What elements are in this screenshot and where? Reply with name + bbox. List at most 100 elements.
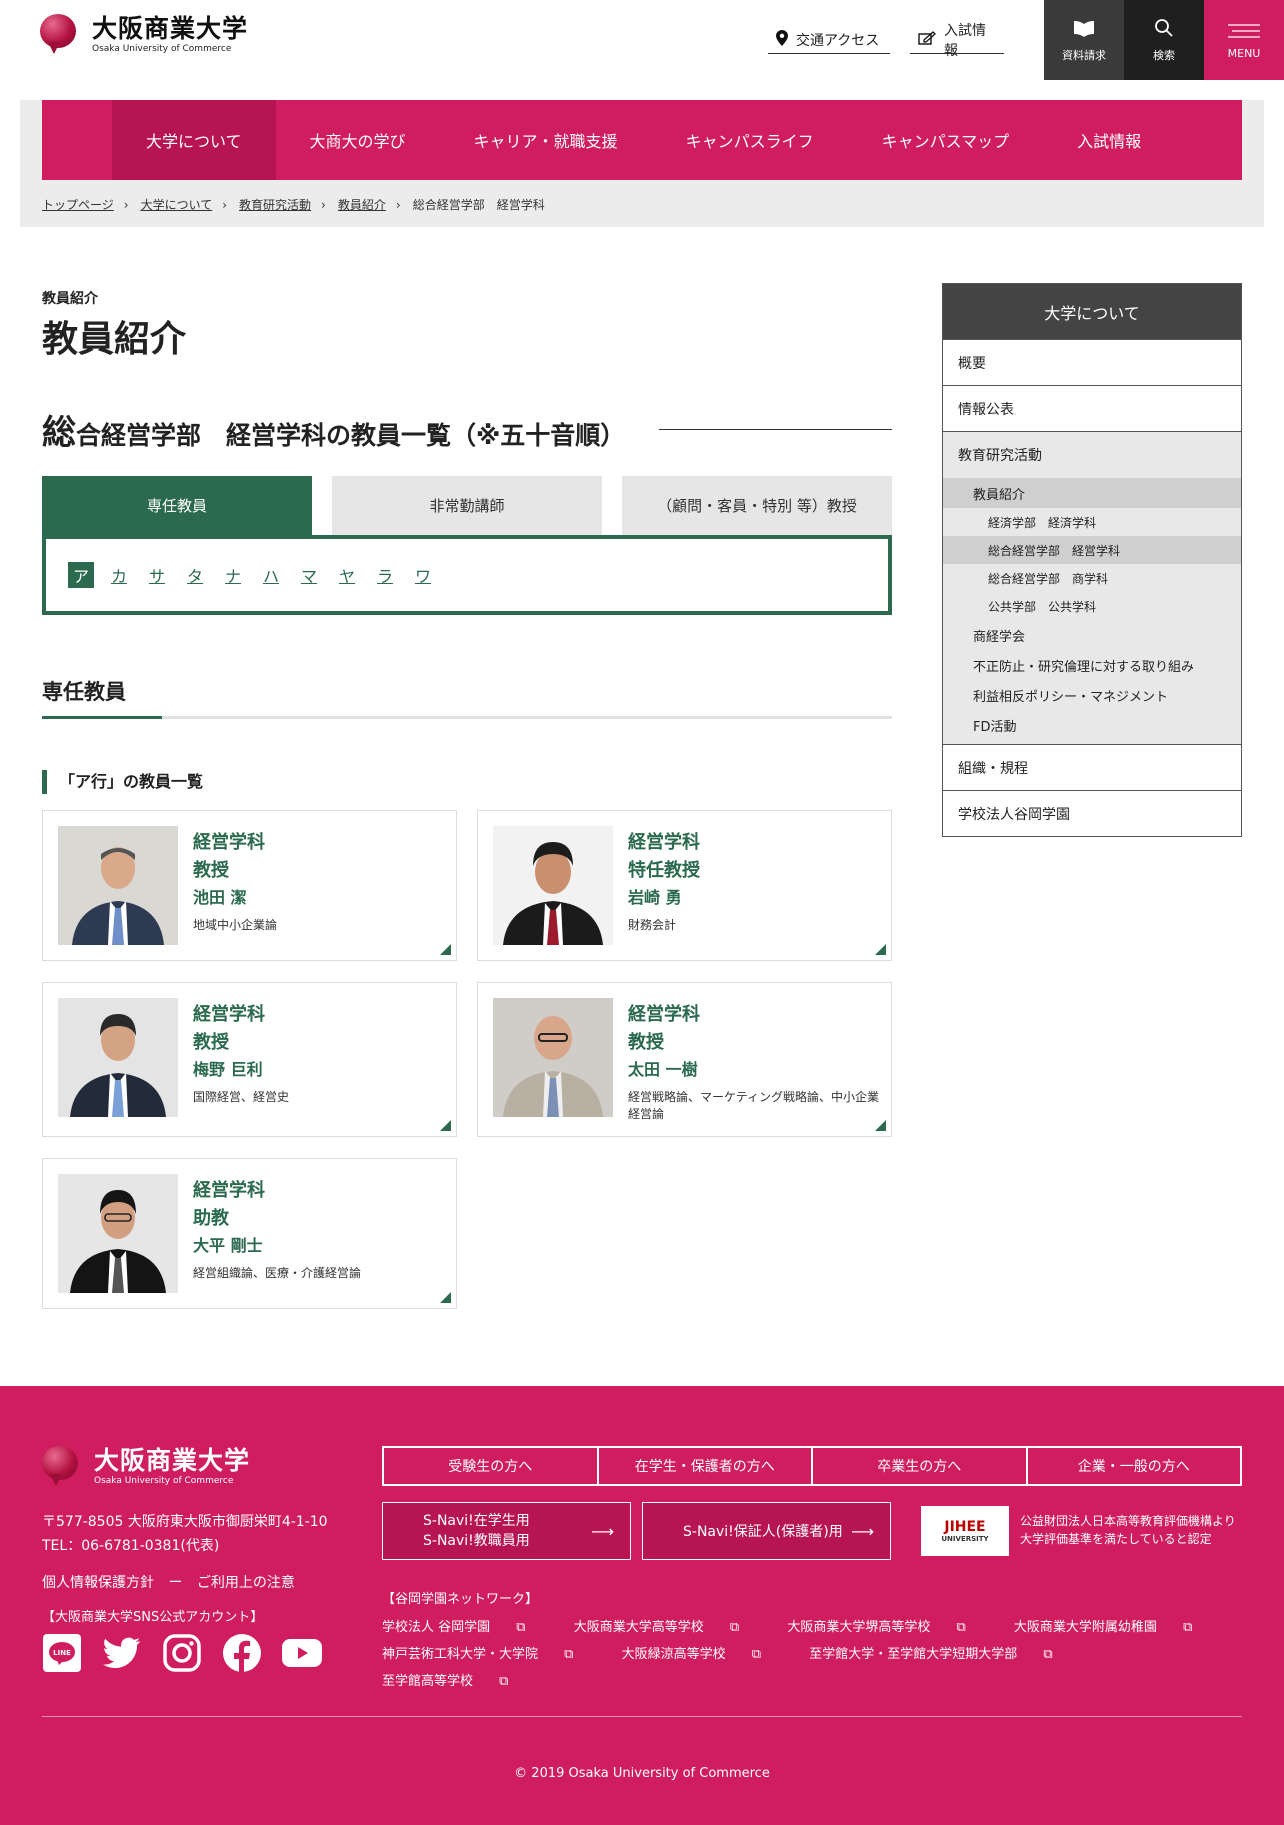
faculty-dept: 経営学科 <box>193 1004 265 1025</box>
corner-arrow-icon <box>440 1120 451 1131</box>
snavi-guardian-button[interactable]: S-Navi!保証人(保護者)用 ⟶ <box>642 1502 891 1560</box>
facebook-icon[interactable] <box>222 1633 262 1673</box>
footer-address: 〒577-8505 大阪府東大阪市御厨栄町4-1-10 TEL：06-6781-… <box>42 1510 328 1558</box>
network-link[interactable]: 至学館高等学校 ⧉ <box>382 1674 530 1689</box>
terms-link[interactable]: ご利用上の注意 <box>197 1575 295 1591</box>
breadcrumb-research[interactable]: 教育研究活動 <box>239 196 311 213</box>
network-link[interactable]: 神戸芸術工科大学・大学院 ⧉ <box>382 1647 595 1662</box>
kana-ka[interactable]: カ <box>106 562 132 588</box>
network-link-label: 大阪商業大学堺高等学校 <box>787 1620 931 1635</box>
kana-ma[interactable]: マ <box>296 562 322 588</box>
nav-item-career[interactable]: キャリア・就職支援 <box>440 100 652 180</box>
breadcrumb-about[interactable]: 大学について <box>141 196 213 213</box>
nav-item-about[interactable]: 大学について <box>112 100 276 180</box>
twitter-icon[interactable] <box>102 1633 142 1673</box>
sidebar-item-conflict[interactable]: 利益相反ポリシー・マネジメント <box>943 680 1241 710</box>
tab-parttime[interactable]: 非常勤講師 <box>332 476 602 535</box>
access-link[interactable]: 交通アクセス <box>768 26 890 54</box>
faculty-dept: 経営学科 <box>193 1180 265 1201</box>
request-button[interactable]: 資料請求 <box>1044 0 1124 80</box>
sidebar-item-economics[interactable]: 経済学部 経済学科 <box>943 508 1241 536</box>
sns-links: LINE <box>42 1633 342 1673</box>
tab-fulltime[interactable]: 専任教員 <box>42 476 312 535</box>
faculty-photo <box>58 826 178 945</box>
network-link[interactable]: 学校法人 谷岡学園 ⧉ <box>382 1620 548 1635</box>
admissions-link[interactable]: 入試情報 <box>910 23 1004 59</box>
sidebar-title: 大学について <box>943 284 1241 339</box>
faculty-card[interactable]: 経営学科 教授 梅野 巨利 国際経営、経営史 <box>42 982 457 1137</box>
menu-button[interactable]: MENU <box>1204 0 1284 80</box>
audience-alumni[interactable]: 卒業生の方へ <box>813 1448 1028 1484</box>
network-link[interactable]: 大阪商業大学附属幼稚園 ⧉ <box>1014 1620 1214 1635</box>
line-icon[interactable]: LINE <box>42 1633 82 1673</box>
kana-ya[interactable]: ヤ <box>334 562 360 588</box>
logo-en: Osaka University of Commerce <box>92 43 232 54</box>
network-link[interactable]: 大阪緑涼高等学校 ⧉ <box>622 1647 783 1662</box>
network-link[interactable]: 至学館大学・至学館大学短期大学部 ⧉ <box>809 1647 1074 1662</box>
tab-special[interactable]: （顧問・客員・特別 等）教授 <box>622 476 892 535</box>
sidebar-item-ethics[interactable]: 不正防止・研究倫理に対する取り組み <box>943 650 1241 680</box>
kana-a[interactable]: ア <box>68 562 94 588</box>
faculty-photo <box>58 998 178 1117</box>
jihee-badge[interactable]: JIHEE UNIVERSITY <box>921 1506 1009 1556</box>
nav-item-learning[interactable]: 大商大の学び <box>276 100 440 180</box>
site-footer: 大阪商業大学 Osaka University of Commerce 〒577… <box>0 1386 1284 1825</box>
kana-sa[interactable]: サ <box>144 562 170 588</box>
kana-ha[interactable]: ハ <box>258 562 284 588</box>
sidebar-group: 教育研究活動 教員紹介 経済学部 経済学科 総合経営学部 経営学科 総合経営学部… <box>943 431 1241 744</box>
snavi-students-button[interactable]: S-Navi!在学生用 S-Navi!教職員用 ⟶ <box>382 1502 631 1560</box>
sidebar-item-faculty[interactable]: 教員紹介 <box>943 478 1241 508</box>
kana-na[interactable]: ナ <box>220 562 246 588</box>
sidebar-item-public[interactable]: 公共学部 公共学科 <box>943 592 1241 620</box>
network-link-label: 大阪商業大学附属幼稚園 <box>1013 1620 1157 1635</box>
hamburger-icon <box>1228 21 1260 41</box>
footer-logo[interactable]: 大阪商業大学 Osaka University of Commerce <box>42 1446 250 1486</box>
global-nav: 大学について 大商大の学び キャリア・就職支援 キャンパスライフ キャンパスマッ… <box>42 100 1242 180</box>
pin-icon <box>776 29 788 50</box>
audience-corporate[interactable]: 企業・一般の方へ <box>1028 1448 1241 1484</box>
audience-applicants[interactable]: 受験生の方へ <box>384 1448 599 1484</box>
sidebar-item-corporation[interactable]: 学校法人谷岡学園 <box>943 790 1241 836</box>
nav-area: 大学について 大商大の学び キャリア・就職支援 キャンパスライフ キャンパスマッ… <box>20 100 1264 227</box>
footer-logo-en: Osaka University of Commerce <box>94 1475 234 1486</box>
snavi-staff-label: S-Navi!教職員用 <box>423 1533 530 1549</box>
youtube-icon[interactable] <box>282 1633 322 1673</box>
sidebar-item-management[interactable]: 総合経営学部 経営学科 <box>943 536 1241 564</box>
sns-label: 【大阪商業大学SNS公式アカウント】 <box>42 1610 264 1625</box>
nav-item-admissions[interactable]: 入試情報 <box>1043 100 1175 180</box>
sidebar-item-research[interactable]: 教育研究活動 <box>943 432 1241 478</box>
faculty-card[interactable]: 経営学科 助教 大平 剛士 経営組織論、医療・介護経営論 <box>42 1158 457 1309</box>
sidebar-item-overview[interactable]: 概要 <box>943 339 1241 385</box>
telephone: TEL：06-6781-0381(代表) <box>42 1538 220 1554</box>
sidebar-item-fd[interactable]: FD活動 <box>943 710 1241 740</box>
jihee-text: 公益財団法人日本高等教育評価機構より 大学評価基準を満たしていると認定 <box>1020 1512 1236 1548</box>
sidebar-item-organization[interactable]: 組織・規程 <box>943 744 1241 790</box>
search-button[interactable]: 検索 <box>1124 0 1204 80</box>
sidebar-item-disclosure[interactable]: 情報公表 <box>943 385 1241 431</box>
search-icon <box>1154 18 1174 41</box>
kana-ra[interactable]: ラ <box>372 562 398 588</box>
breadcrumb-top[interactable]: トップページ <box>42 196 114 213</box>
kana-wa[interactable]: ワ <box>410 562 436 588</box>
instagram-icon[interactable] <box>162 1633 202 1673</box>
network-link[interactable]: 大阪商業大学堺高等学校 ⧉ <box>787 1620 987 1635</box>
footer-divider <box>42 1716 1242 1717</box>
nav-item-campus-map[interactable]: キャンパスマップ <box>848 100 1044 180</box>
admissions-label: 入試情報 <box>944 22 986 59</box>
network-link-label: 神戸芸術工科大学・大学院 <box>382 1647 539 1662</box>
sidebar-item-society[interactable]: 商経学会 <box>943 620 1241 650</box>
kana-ta[interactable]: タ <box>182 562 208 588</box>
faculty-card[interactable]: 経営学科 教授 太田 一樹 経営戦略論、マーケティング戦略論、中小企業経営論 <box>477 982 892 1137</box>
logo-mark-icon <box>42 1446 78 1486</box>
nav-item-campus-life[interactable]: キャンパスライフ <box>652 100 848 180</box>
faculty-card[interactable]: 経営学科 特任教授 岩崎 勇 財務会計 <box>477 810 892 961</box>
faculty-field: 経営戦略論、マーケティング戦略論、中小企業経営論 <box>628 1090 880 1121</box>
sidebar-item-commerce[interactable]: 総合経営学部 商学科 <box>943 564 1241 592</box>
network-link[interactable]: 大阪商業大学高等学校 ⧉ <box>574 1620 761 1635</box>
external-link-icon: ⧉ <box>564 1647 574 1662</box>
site-logo[interactable]: 大阪商業大学 Osaka University of Commerce <box>40 14 248 54</box>
privacy-link[interactable]: 個人情報保護方針 <box>42 1575 154 1591</box>
audience-students[interactable]: 在学生・保護者の方へ <box>599 1448 813 1484</box>
faculty-card[interactable]: 経営学科 教授 池田 潔 地域中小企業論 <box>42 810 457 961</box>
breadcrumb-faculty[interactable]: 教員紹介 <box>338 196 386 213</box>
